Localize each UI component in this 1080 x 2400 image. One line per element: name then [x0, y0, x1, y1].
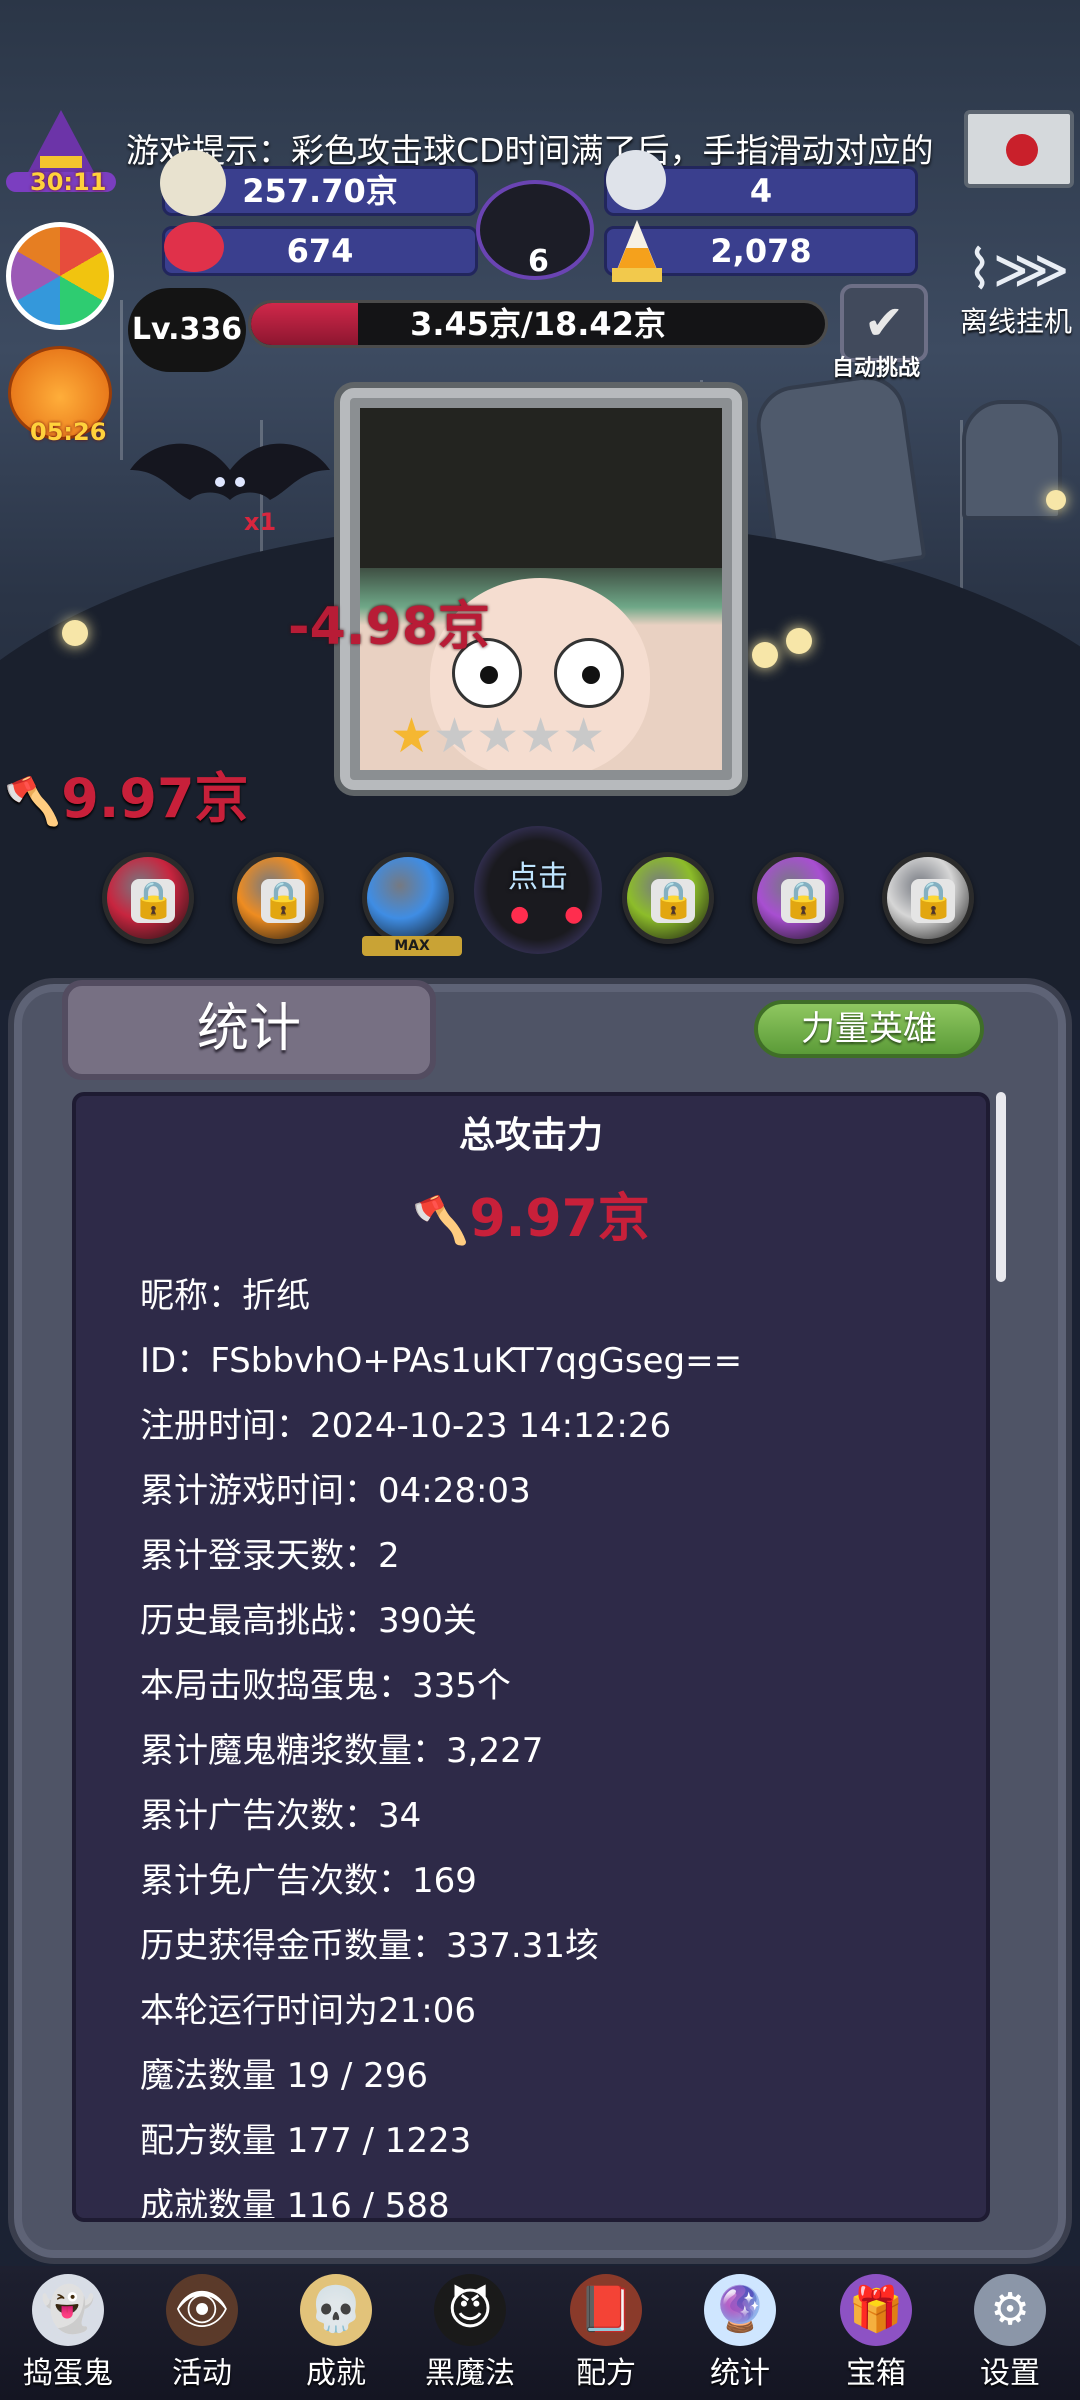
- game-hint-ticker: 游戏提示：彩色攻击球CD时间满了后，手指滑动对应的: [126, 131, 934, 170]
- mail-seal-icon: [1006, 134, 1038, 166]
- stat-row: 注册时间：2024-10-23 14:12:26: [140, 1406, 672, 1446]
- lock-icon: 🔒: [781, 879, 826, 923]
- swirl-candy-icon[interactable]: [6, 222, 114, 330]
- stat-row: 昵称：折纸: [140, 1276, 310, 1316]
- orb-max-badge: MAX: [362, 936, 462, 956]
- attack-power-value: 9.97京: [61, 767, 249, 830]
- nav-label: 成就: [306, 2356, 366, 2391]
- stat-row: ID：FSbbvhO+PAs1uKT7qgGseg==: [140, 1341, 743, 1381]
- mail-button[interactable]: [964, 110, 1074, 188]
- lock-icon: 🔒: [651, 879, 696, 923]
- nav-item-4[interactable]: 😈 黑魔法: [410, 2270, 530, 2398]
- auto-challenge-label: 自动挑战: [832, 356, 921, 381]
- tap-label: 点击: [508, 860, 568, 895]
- nav-label: 捣蛋鬼: [23, 2356, 113, 2391]
- lock-icon: 🔒: [261, 879, 306, 923]
- level-progress-text: 3.45京/18.42京: [410, 305, 666, 343]
- star-icon: ★: [476, 708, 520, 764]
- level-badge: Lv.336: [128, 288, 246, 372]
- skill-orb-1[interactable]: 🔒: [102, 852, 194, 944]
- stats-tab-title[interactable]: 统计: [62, 980, 436, 1080]
- bat-multiplier: x1: [244, 508, 277, 536]
- stat-row: 累计免广告次数：169: [140, 1861, 477, 1901]
- nav-item-6[interactable]: 🔮 统计: [680, 2270, 800, 2398]
- check-icon: ✔: [863, 295, 905, 351]
- nav-label: 配方: [576, 2356, 636, 2391]
- skull-trophy-icon: 💀: [300, 2274, 372, 2346]
- total-attack-display: 🪓9.97京: [76, 1176, 986, 1251]
- stat-row: 累计登录天数：2: [140, 1536, 400, 1576]
- nav-item-5[interactable]: 📕 配方: [546, 2270, 666, 2398]
- eyeballs-icon: 👁: [166, 2274, 238, 2346]
- bat-icon: [130, 443, 330, 500]
- star-icon: ★: [562, 708, 606, 764]
- stat-row: 配方数量 177 / 1223: [140, 2121, 472, 2161]
- stats-list: 昵称：折纸 ID：FSbbvhO+PAs1uKT7qgGseg== 注册时间：202…: [140, 1264, 743, 2222]
- stat-row: 历史最高挑战：390关: [140, 1601, 477, 1641]
- skill-orb-4[interactable]: 🔒: [622, 852, 714, 944]
- stats-scrollbar[interactable]: [996, 1092, 1006, 1282]
- total-attack-heading: 总攻击力: [458, 1115, 603, 1156]
- stat-row: 累计魔鬼糖浆数量：3,227: [140, 1731, 544, 1771]
- axe-icon: 🪓: [4, 774, 62, 828]
- hat-timer: 30:11: [30, 168, 107, 196]
- star-icon: ★: [390, 708, 434, 764]
- stat-row: 本局击败捣蛋鬼：335个: [140, 1666, 511, 1706]
- lock-icon: 🔒: [131, 879, 176, 923]
- level-progress-bar: 3.45京/18.42京: [248, 300, 828, 348]
- candy-corn-icon: [612, 220, 662, 282]
- stats-panel[interactable]: 总攻击力 🪓9.97京 昵称：折纸 ID：FSbbvhO+PAs1uKT7qgGs…: [72, 1092, 990, 2222]
- fish-bone-icon[interactable]: ⌇⋙: [960, 238, 1076, 301]
- total-attack-value: 9.97京: [469, 1189, 650, 1249]
- spellbook-icon: 📕: [570, 2274, 642, 2346]
- star-icon: ★: [519, 708, 563, 764]
- offline-idle-label[interactable]: 离线挂机: [960, 300, 1072, 340]
- attack-power-display: 🪓9.97京: [4, 754, 249, 833]
- stat-row: 累计游戏时间：04:28:03: [140, 1471, 531, 1511]
- crystal-ball-icon: 🔮: [704, 2274, 776, 2346]
- pumpkin-timer: 05:26: [30, 418, 107, 446]
- nav-item-7[interactable]: 🎁 宝箱: [816, 2270, 936, 2398]
- nav-label: 统计: [710, 2356, 770, 2391]
- devil-icon: 😈: [434, 2274, 506, 2346]
- nav-label: 宝箱: [846, 2356, 906, 2391]
- chest-icon: 🎁: [840, 2274, 912, 2346]
- top-hat: [360, 408, 722, 568]
- nav-label: 黑魔法: [425, 2356, 515, 2391]
- nav-item-8[interactable]: ⚙ 设置: [950, 2270, 1070, 2398]
- damage-float-text: -4.98京: [288, 597, 490, 657]
- stat-row: 魔法数量 19 / 296: [140, 2056, 429, 2096]
- stat-row: 累计广告次数：34: [140, 1796, 422, 1836]
- devil-eyes-icon: ● ●: [510, 902, 598, 927]
- nav-label: 设置: [980, 2356, 1040, 2391]
- nav-item-2[interactable]: 👁 活动: [142, 2270, 262, 2398]
- coin-bag-icon: [160, 150, 226, 216]
- lock-icon: 🔒: [911, 879, 956, 923]
- stat-row: 本轮运行时间为21:06: [140, 1991, 476, 2031]
- nav-item-1[interactable]: 👻 捣蛋鬼: [8, 2270, 128, 2398]
- skull-potion-icon: [606, 150, 666, 210]
- stat-row: 成就数量 116 / 588: [140, 2186, 450, 2222]
- nav-item-3[interactable]: 💀 成就: [276, 2270, 396, 2398]
- gear-icon: ⚙: [974, 2274, 1046, 2346]
- skill-orb-2[interactable]: 🔒: [232, 852, 324, 944]
- axe-icon: 🪓: [412, 1193, 470, 1247]
- ghost-icon: 👻: [32, 2274, 104, 2346]
- star-icon: ★: [433, 708, 477, 764]
- skill-orb-6[interactable]: 🔒: [882, 852, 974, 944]
- skill-orb-5[interactable]: 🔒: [752, 852, 844, 944]
- cauldron-count: 6: [528, 244, 549, 279]
- star-rating: ★★★★★: [390, 708, 605, 764]
- nav-label: 活动: [172, 2356, 232, 2391]
- stat-row: 历史获得金币数量：337.31垓: [140, 1926, 599, 1966]
- power-hero-button[interactable]: 力量英雄: [754, 1000, 984, 1058]
- skull-candy-icon: [164, 222, 224, 272]
- skill-orb-3[interactable]: [362, 852, 454, 944]
